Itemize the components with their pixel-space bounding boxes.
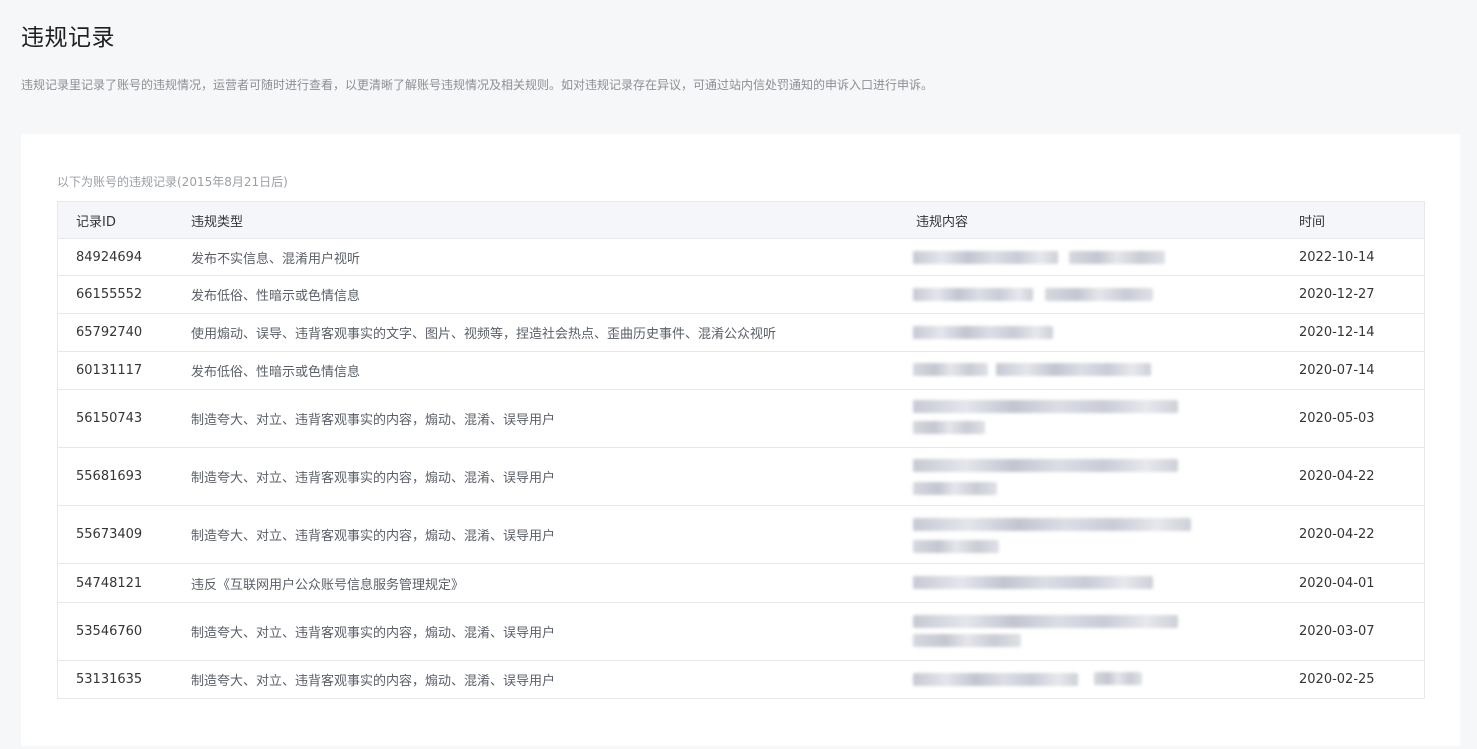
record-time: 2020-03-07 xyxy=(1299,602,1424,661)
table-row: 55681693 制造夸大、对立、违背客观事实的内容，煽动、混淆、误导用户 20… xyxy=(58,447,1424,506)
record-id: 55681693 xyxy=(58,447,191,506)
record-time: 2020-02-25 xyxy=(1299,660,1424,698)
record-id: 60131117 xyxy=(58,351,191,390)
record-time: 2020-05-03 xyxy=(1299,389,1424,448)
table-header-row: 记录ID 违规类型 违规内容 时间 xyxy=(58,202,1424,239)
record-id: 66155552 xyxy=(58,275,191,314)
record-time: 2020-07-14 xyxy=(1299,351,1424,390)
records-panel: 以下为账号的违规记录(2015年8月21日后) 记录ID 违规类型 违规内容 时… xyxy=(21,134,1460,746)
records-table: 记录ID 违规类型 违规内容 时间 84924694 发布不实信息、混淆用户视听 xyxy=(57,201,1425,699)
record-time: 2020-04-01 xyxy=(1299,563,1424,603)
violation-content-redacted xyxy=(913,313,1299,352)
header-record-id: 记录ID xyxy=(58,202,191,239)
violation-content-redacted xyxy=(913,389,1299,448)
violation-content-redacted xyxy=(913,351,1299,390)
violation-type: 违反《互联网用户公众账号信息服务管理规定》 xyxy=(191,563,916,603)
table-row: 65792740 使用煽动、误导、违背客观事实的文字、图片、视频等，捏造社会热点… xyxy=(58,313,1424,352)
table-row: 66155552 发布低俗、性暗示或色情信息 2020-12-27 xyxy=(58,275,1424,314)
record-id: 65792740 xyxy=(58,313,191,352)
violation-records-page: 违规记录 违规记录里记录了账号的违规情况，运营者可随时进行查看，以更清晰了解账号… xyxy=(0,0,1477,749)
violation-type: 制造夸大、对立、违背客观事实的内容，煽动、混淆、误导用户 xyxy=(191,602,916,661)
violation-content-redacted xyxy=(913,447,1299,506)
table-row: 55673409 制造夸大、对立、违背客观事实的内容，煽动、混淆、误导用户 20… xyxy=(58,505,1424,564)
records-subtitle: 以下为账号的违规记录(2015年8月21日后) xyxy=(57,175,288,189)
violation-content-redacted xyxy=(913,505,1299,564)
record-time: 2020-04-22 xyxy=(1299,447,1424,506)
page-title: 违规记录 xyxy=(21,25,115,51)
record-id: 56150743 xyxy=(58,389,191,448)
header-time: 时间 xyxy=(1299,202,1424,239)
violation-type: 制造夸大、对立、违背客观事实的内容，煽动、混淆、误导用户 xyxy=(191,505,916,564)
table-row: 60131117 发布低俗、性暗示或色情信息 2020-07-14 xyxy=(58,351,1424,390)
record-id: 84924694 xyxy=(58,238,191,276)
violation-content-redacted xyxy=(913,602,1299,661)
record-time: 2022-10-14 xyxy=(1299,238,1424,276)
violation-content-redacted xyxy=(913,563,1299,603)
header-violation-type: 违规类型 xyxy=(191,202,916,239)
page-description: 违规记录里记录了账号的违规情况，运营者可随时进行查看，以更清晰了解账号违规情况及… xyxy=(21,78,934,92)
record-time: 2020-12-14 xyxy=(1299,313,1424,352)
violation-type: 发布低俗、性暗示或色情信息 xyxy=(191,351,916,390)
violation-type: 制造夸大、对立、违背客观事实的内容，煽动、混淆、误导用户 xyxy=(191,447,916,506)
violation-type: 发布不实信息、混淆用户视听 xyxy=(191,238,916,276)
violation-type: 发布低俗、性暗示或色情信息 xyxy=(191,275,916,314)
violation-type: 制造夸大、对立、违背客观事实的内容，煽动、混淆、误导用户 xyxy=(191,389,916,448)
record-time: 2020-12-27 xyxy=(1299,275,1424,314)
violation-content-redacted xyxy=(913,238,1299,276)
violation-content-redacted xyxy=(913,275,1299,314)
record-time: 2020-04-22 xyxy=(1299,505,1424,564)
violation-content-redacted xyxy=(913,660,1299,698)
table-row: 84924694 发布不实信息、混淆用户视听 2022-10-14 xyxy=(58,238,1424,276)
violation-type: 使用煽动、误导、违背客观事实的文字、图片、视频等，捏造社会热点、歪曲历史事件、混… xyxy=(191,313,916,352)
record-id: 53546760 xyxy=(58,602,191,661)
record-id: 53131635 xyxy=(58,660,191,698)
record-id: 54748121 xyxy=(58,563,191,603)
table-row: 53131635 制造夸大、对立、违背客观事实的内容，煽动、混淆、误导用户 20… xyxy=(58,660,1424,698)
record-id: 55673409 xyxy=(58,505,191,564)
header-violation-content: 违规内容 xyxy=(916,202,1299,239)
table-row: 56150743 制造夸大、对立、违背客观事实的内容，煽动、混淆、误导用户 20… xyxy=(58,389,1424,448)
violation-type: 制造夸大、对立、违背客观事实的内容，煽动、混淆、误导用户 xyxy=(191,660,916,698)
table-row: 54748121 违反《互联网用户公众账号信息服务管理规定》 2020-04-0… xyxy=(58,563,1424,603)
table-row: 53546760 制造夸大、对立、违背客观事实的内容，煽动、混淆、误导用户 20… xyxy=(58,602,1424,661)
